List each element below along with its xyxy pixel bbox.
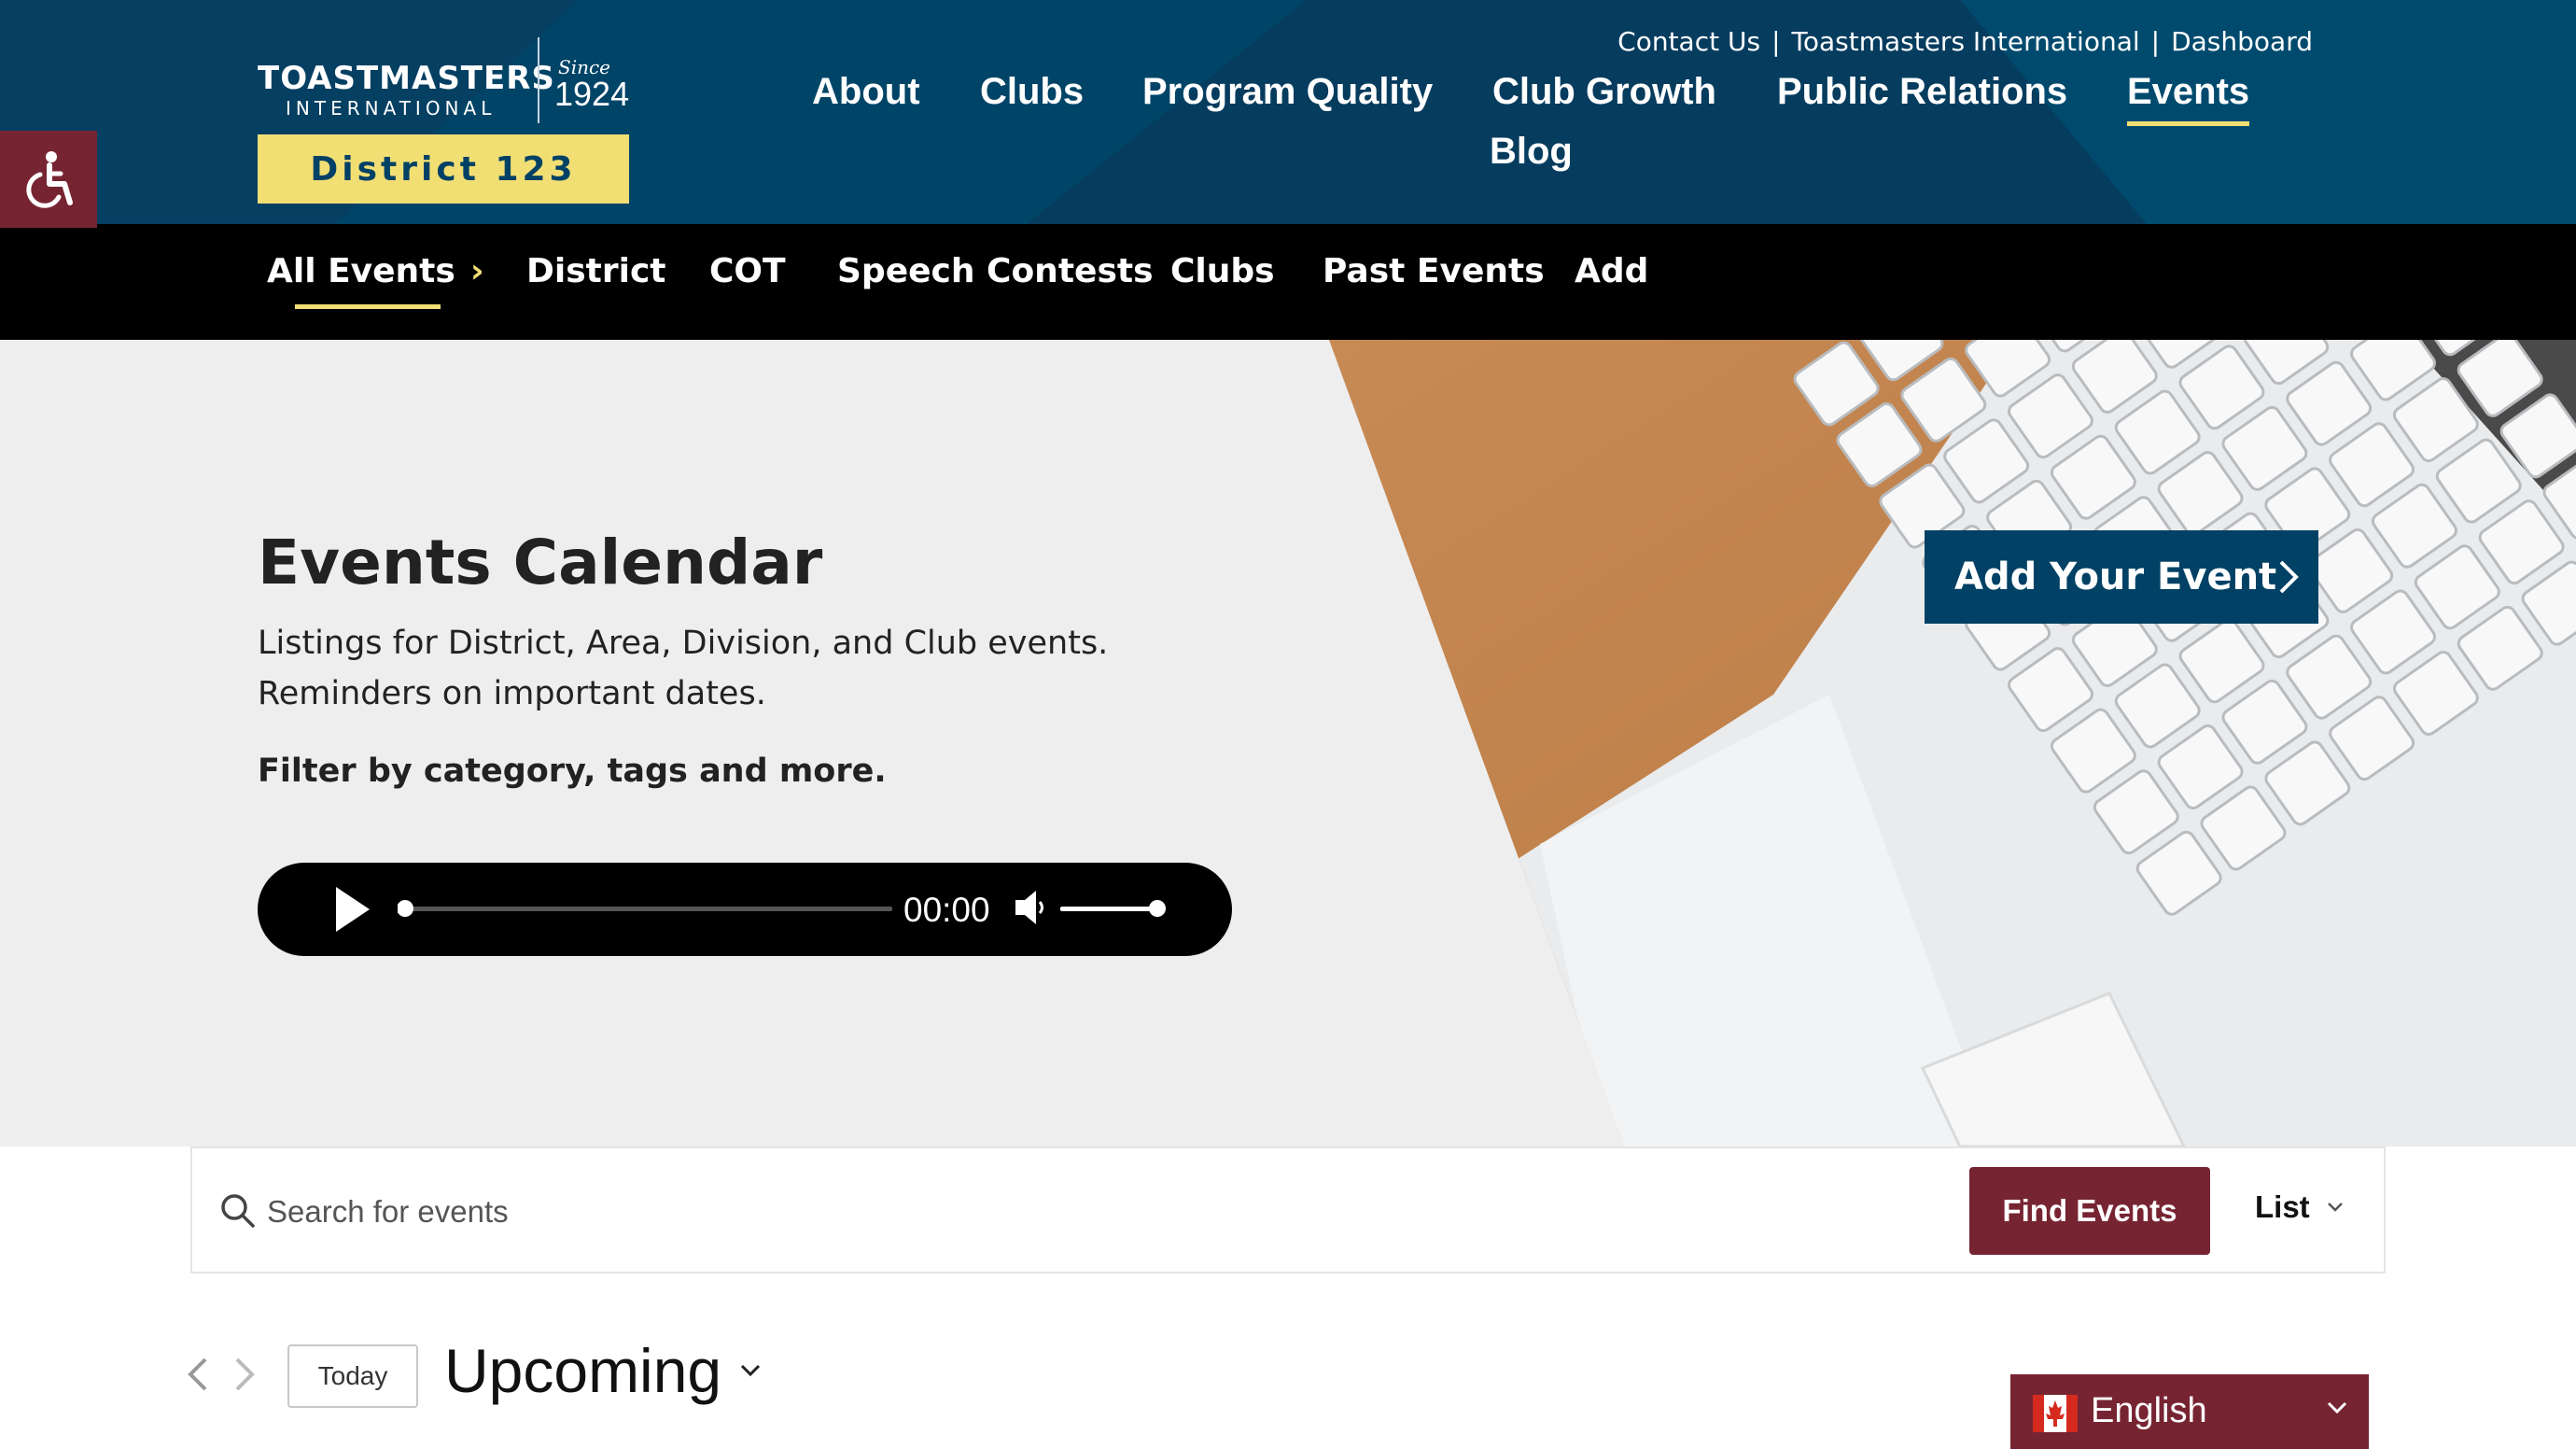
hero-description-line-2: Reminders on important dates. [258,675,766,712]
calendar-arrows [187,1356,256,1393]
nav-public-relations[interactable]: Public Relations [1777,71,2067,113]
toastmasters-logo[interactable]: TOASTMASTERS INTERNATIONAL Since 1924 [258,37,629,127]
nav-program-quality[interactable]: Program Quality [1142,71,1433,113]
events-sub-nav: All Events › District COT Speech Contests… [0,224,2576,340]
logo-wordmark: TOASTMASTERS [258,60,555,97]
subnav-past-events[interactable]: Past Events [1323,252,1545,290]
nav-club-growth[interactable]: Club Growth [1492,71,1716,113]
utility-separator: | [2150,26,2161,57]
hero-description: Listings for District, Area, Division, a… [258,618,1191,719]
utility-separator: | [1771,26,1781,57]
chevron-down-icon [2327,1203,2343,1212]
chevron-down-icon [2327,1401,2347,1414]
subnav-clubs[interactable]: Clubs [1170,252,1275,290]
wheelchair-icon [26,151,73,208]
accessibility-button[interactable] [0,131,97,228]
chevron-down-icon [741,1364,761,1377]
subnav-district[interactable]: District [526,252,666,290]
find-events-button[interactable]: Find Events [1969,1167,2210,1255]
chevron-right-icon [2279,560,2299,594]
dashboard-link[interactable]: Dashboard [2171,26,2313,57]
subnav-cot[interactable]: COT [709,252,786,290]
volume-icon[interactable] [1014,887,1047,928]
hero-filter-text: Filter by category, tags and more. [258,753,887,790]
logo-subtitle: INTERNATIONAL [286,97,497,120]
page-title: Events Calendar [258,527,823,598]
site-header: TOASTMASTERS INTERNATIONAL Since 1924 Di… [0,0,2576,224]
add-your-event-button[interactable]: Add Your Event [1925,530,2318,624]
period-label: Upcoming [444,1336,722,1405]
chevron-right-icon: › [469,252,484,290]
utility-links: Contact Us | Toastmasters International … [1617,26,2313,57]
subnav-add[interactable]: Add [1575,252,1648,290]
contact-us-link[interactable]: Contact Us [1617,26,1760,57]
language-selector[interactable]: English [2010,1374,2369,1449]
add-your-event-label: Add Your Event [1954,556,2277,598]
hero-banner: Events Calendar Listings for District, A… [0,340,2576,1147]
logo-divider [538,37,539,123]
logo-year: 1924 [554,75,630,113]
events-search-bar: Find Events List [190,1147,2386,1273]
audio-player: 00:00 [258,863,1232,956]
laptop-keyboard-photo [1329,340,2576,1147]
language-label: English [2091,1391,2207,1430]
next-arrow-icon[interactable] [233,1356,256,1393]
search-input[interactable] [267,1182,2040,1242]
nav-about[interactable]: About [812,71,920,113]
nav-clubs[interactable]: Clubs [980,71,1084,113]
subnav-all-events[interactable]: All Events › [267,252,484,290]
today-button[interactable]: Today [287,1344,418,1408]
audio-time: 00:00 [903,891,990,929]
nav-blog[interactable]: Blog [1490,131,1573,173]
view-select[interactable]: List [2255,1189,2344,1225]
search-icon [221,1194,255,1228]
hero-description-line-1: Listings for District, Area, Division, a… [258,625,1109,662]
district-badge[interactable]: District 123 [258,134,629,204]
subnav-all-events-label: All Events [267,252,455,290]
toastmasters-international-link[interactable]: Toastmasters International [1792,26,2140,57]
view-select-label: List [2255,1189,2310,1224]
previous-arrow-icon[interactable] [187,1356,209,1393]
canada-flag-icon [2033,1395,2078,1432]
subnav-speech-contests[interactable]: Speech Contests [837,252,1154,290]
nav-events[interactable]: Events [2127,71,2250,126]
play-icon[interactable] [332,885,371,934]
period-selector[interactable]: Upcoming [444,1335,761,1406]
volume-slider[interactable] [1060,897,1191,920]
